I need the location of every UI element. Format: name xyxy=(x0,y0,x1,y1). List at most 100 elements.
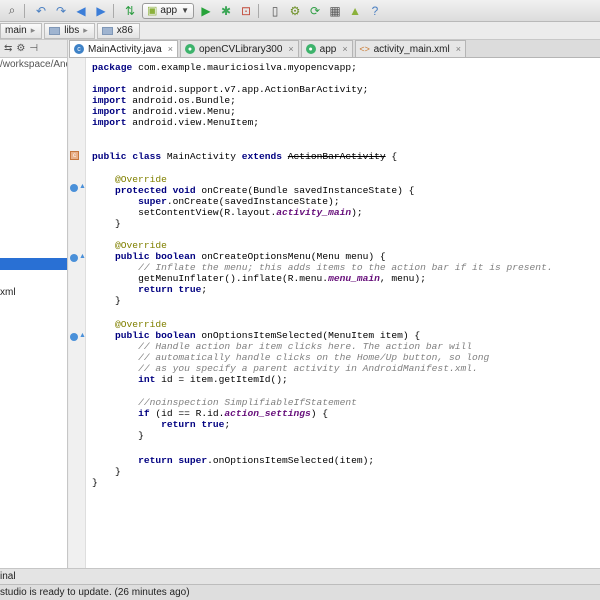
close-icon[interactable]: × xyxy=(456,44,461,54)
code-token: } xyxy=(115,295,121,306)
code-token: void xyxy=(172,185,196,196)
code-line[interactable]: getMenuInflater().inflate(R.menu.menu_ma… xyxy=(92,273,426,284)
device-monitor-icon[interactable]: ▦ xyxy=(327,3,343,19)
terminal-tool-tab[interactable]: inal xyxy=(0,568,600,584)
code-line[interactable]: // as you specify a parent activity in A… xyxy=(92,363,478,374)
class-hierarchy-icon[interactable]: c xyxy=(70,151,79,160)
gear-icon[interactable]: ⚙ xyxy=(16,43,25,54)
sync-icon[interactable]: ⟳ xyxy=(307,3,323,19)
code-line[interactable]: return true; xyxy=(92,419,230,430)
code-token: .onCreate(savedInstanceState); xyxy=(166,196,340,207)
redo-icon[interactable]: ↷ xyxy=(53,3,69,19)
code-line[interactable]: @Override xyxy=(92,174,167,185)
tab-app[interactable]: ● app × xyxy=(300,40,353,57)
override-marker-icon[interactable] xyxy=(70,184,78,192)
search-icon[interactable]: ⌕ xyxy=(4,3,20,19)
editor-gutter[interactable] xyxy=(69,58,86,568)
tab-label: activity_main.xml xyxy=(373,43,450,55)
code-line[interactable]: return true; xyxy=(92,284,207,295)
status-message[interactable]: studio is ready to update. (26 minutes a… xyxy=(0,587,190,598)
code-token: @Override xyxy=(115,174,167,185)
code-token: import xyxy=(92,117,127,128)
code-line[interactable]: super.onCreate(savedInstanceState); xyxy=(92,196,340,207)
code-line[interactable]: import android.view.MenuItem; xyxy=(92,117,259,128)
code-line[interactable]: import android.os.Bundle; xyxy=(92,95,236,106)
help-icon[interactable]: ? xyxy=(367,3,383,19)
tab-activity-main-xml[interactable]: <> activity_main.xml × xyxy=(354,40,467,57)
code-line[interactable]: // automatically handle clicks on the Ho… xyxy=(92,352,489,363)
run-configuration-select[interactable]: ▣ app ▼ xyxy=(142,2,195,19)
code-line[interactable]: public boolean onOptionsItemSelected(Men… xyxy=(92,330,420,341)
code-line[interactable]: return super.onOptionsItemSelected(item)… xyxy=(92,455,374,466)
code-token: (id == R.id. xyxy=(149,408,225,419)
code-line[interactable]: import android.support.v7.app.ActionBarA… xyxy=(92,84,368,95)
build-icon[interactable]: ⇅ xyxy=(122,3,138,19)
attach-debugger-icon[interactable]: ⊡ xyxy=(238,3,254,19)
tab-mainactivity[interactable]: c MainActivity.java × xyxy=(69,40,178,57)
code-line[interactable]: } xyxy=(92,477,98,488)
debug-icon[interactable]: ✱ xyxy=(218,3,234,19)
project-panel: ⇆ ⚙ ⊣ /workspace/And xml xyxy=(0,40,68,568)
override-marker-icon[interactable] xyxy=(70,333,78,341)
breadcrumb-item-libs[interactable]: libs ▸ xyxy=(44,22,95,39)
code-line[interactable]: // Handle action bar item clicks here. T… xyxy=(92,341,472,352)
code-line[interactable]: // Inflate the menu; this adds items to … xyxy=(92,262,553,273)
forward-icon[interactable]: ▶ xyxy=(93,3,109,19)
code-token: ; xyxy=(224,419,231,430)
code-line[interactable]: } xyxy=(92,430,144,441)
android-sdk-icon[interactable]: ▲ xyxy=(347,3,363,19)
code-editor[interactable]: package com.example.mauriciosilva.myopen… xyxy=(86,58,600,568)
run-icon[interactable]: ▶ xyxy=(198,3,214,19)
code-line[interactable]: //noinspection SimplifiableIfStatement xyxy=(92,397,357,408)
code-line[interactable]: } xyxy=(92,466,121,477)
breadcrumb-item-main[interactable]: main ▸ xyxy=(0,22,43,39)
selected-tree-item[interactable] xyxy=(0,258,67,270)
override-arrow-icon: ▲ xyxy=(79,183,86,190)
code-line[interactable]: @Override xyxy=(92,240,167,251)
project-root-path[interactable]: /workspace/And xyxy=(0,59,67,70)
code-token: onOptionsItemSelected(MenuItem item) { xyxy=(195,330,421,341)
code-line[interactable]: package com.example.mauriciosilva.myopen… xyxy=(92,62,357,73)
module-icon: ● xyxy=(185,44,195,54)
terminal-tab-label: inal xyxy=(0,571,16,582)
code-line[interactable]: import android.view.Menu; xyxy=(92,106,236,117)
chevron-right-icon: ▸ xyxy=(30,25,36,35)
close-icon[interactable]: × xyxy=(288,44,293,54)
run-configuration-label: app xyxy=(160,5,178,16)
code-line[interactable]: public boolean onCreateOptionsMenu(Menu … xyxy=(92,251,386,262)
code-token: } xyxy=(115,466,121,477)
override-marker-icon[interactable] xyxy=(70,254,78,262)
code-line[interactable]: public class MainActivity extends Action… xyxy=(92,151,397,162)
close-icon[interactable]: × xyxy=(342,44,347,54)
code-line[interactable]: } xyxy=(92,218,121,229)
code-token: { xyxy=(385,151,398,162)
breadcrumb-item-x86[interactable]: x86 xyxy=(96,22,140,39)
close-icon[interactable]: × xyxy=(168,44,173,54)
code-line[interactable]: int id = item.getItemId(); xyxy=(92,374,288,385)
avd-icon[interactable]: ▯ xyxy=(267,3,283,19)
ide-window: ⌕ ↶ ↷ ◀ ▶ ⇅ ▣ app ▼ ▶ ✱ ⊡ ▯ ⚙ ⟳ ▦ ▲ ? ma… xyxy=(0,0,600,600)
code-token: extends xyxy=(241,151,283,162)
code-token: android.view.MenuItem; xyxy=(126,117,259,128)
code-token: ) { xyxy=(310,408,329,419)
code-line[interactable]: setContentView(R.layout.activity_main); xyxy=(92,207,363,218)
tab-opencvlibrary[interactable]: ● openCVLibrary300 × xyxy=(180,40,299,57)
undo-icon[interactable]: ↶ xyxy=(33,3,49,19)
code-token: id = item.getItemId(); xyxy=(155,374,288,385)
code-token: android.os.Bundle; xyxy=(126,95,236,106)
sdk-manager-icon[interactable]: ⚙ xyxy=(287,3,303,19)
collapse-icon[interactable]: ⇆ xyxy=(4,43,12,54)
hide-icon[interactable]: ⊣ xyxy=(29,43,38,54)
xml-file-icon: <> xyxy=(359,44,370,54)
code-line[interactable]: if (id == R.id.action_settings) { xyxy=(92,408,328,419)
back-icon[interactable]: ◀ xyxy=(73,3,89,19)
code-line[interactable]: @Override xyxy=(92,319,167,330)
code-token: return xyxy=(138,455,173,466)
toolbar-separator xyxy=(24,3,25,18)
code-token: package xyxy=(92,62,133,73)
tree-item-xml[interactable]: xml xyxy=(0,287,16,298)
code-token: onCreateOptionsMenu(Menu menu) { xyxy=(195,251,386,262)
code-line[interactable]: } xyxy=(92,295,121,306)
code-line[interactable]: protected void onCreate(Bundle savedInst… xyxy=(92,185,414,196)
code-token: if xyxy=(138,408,150,419)
